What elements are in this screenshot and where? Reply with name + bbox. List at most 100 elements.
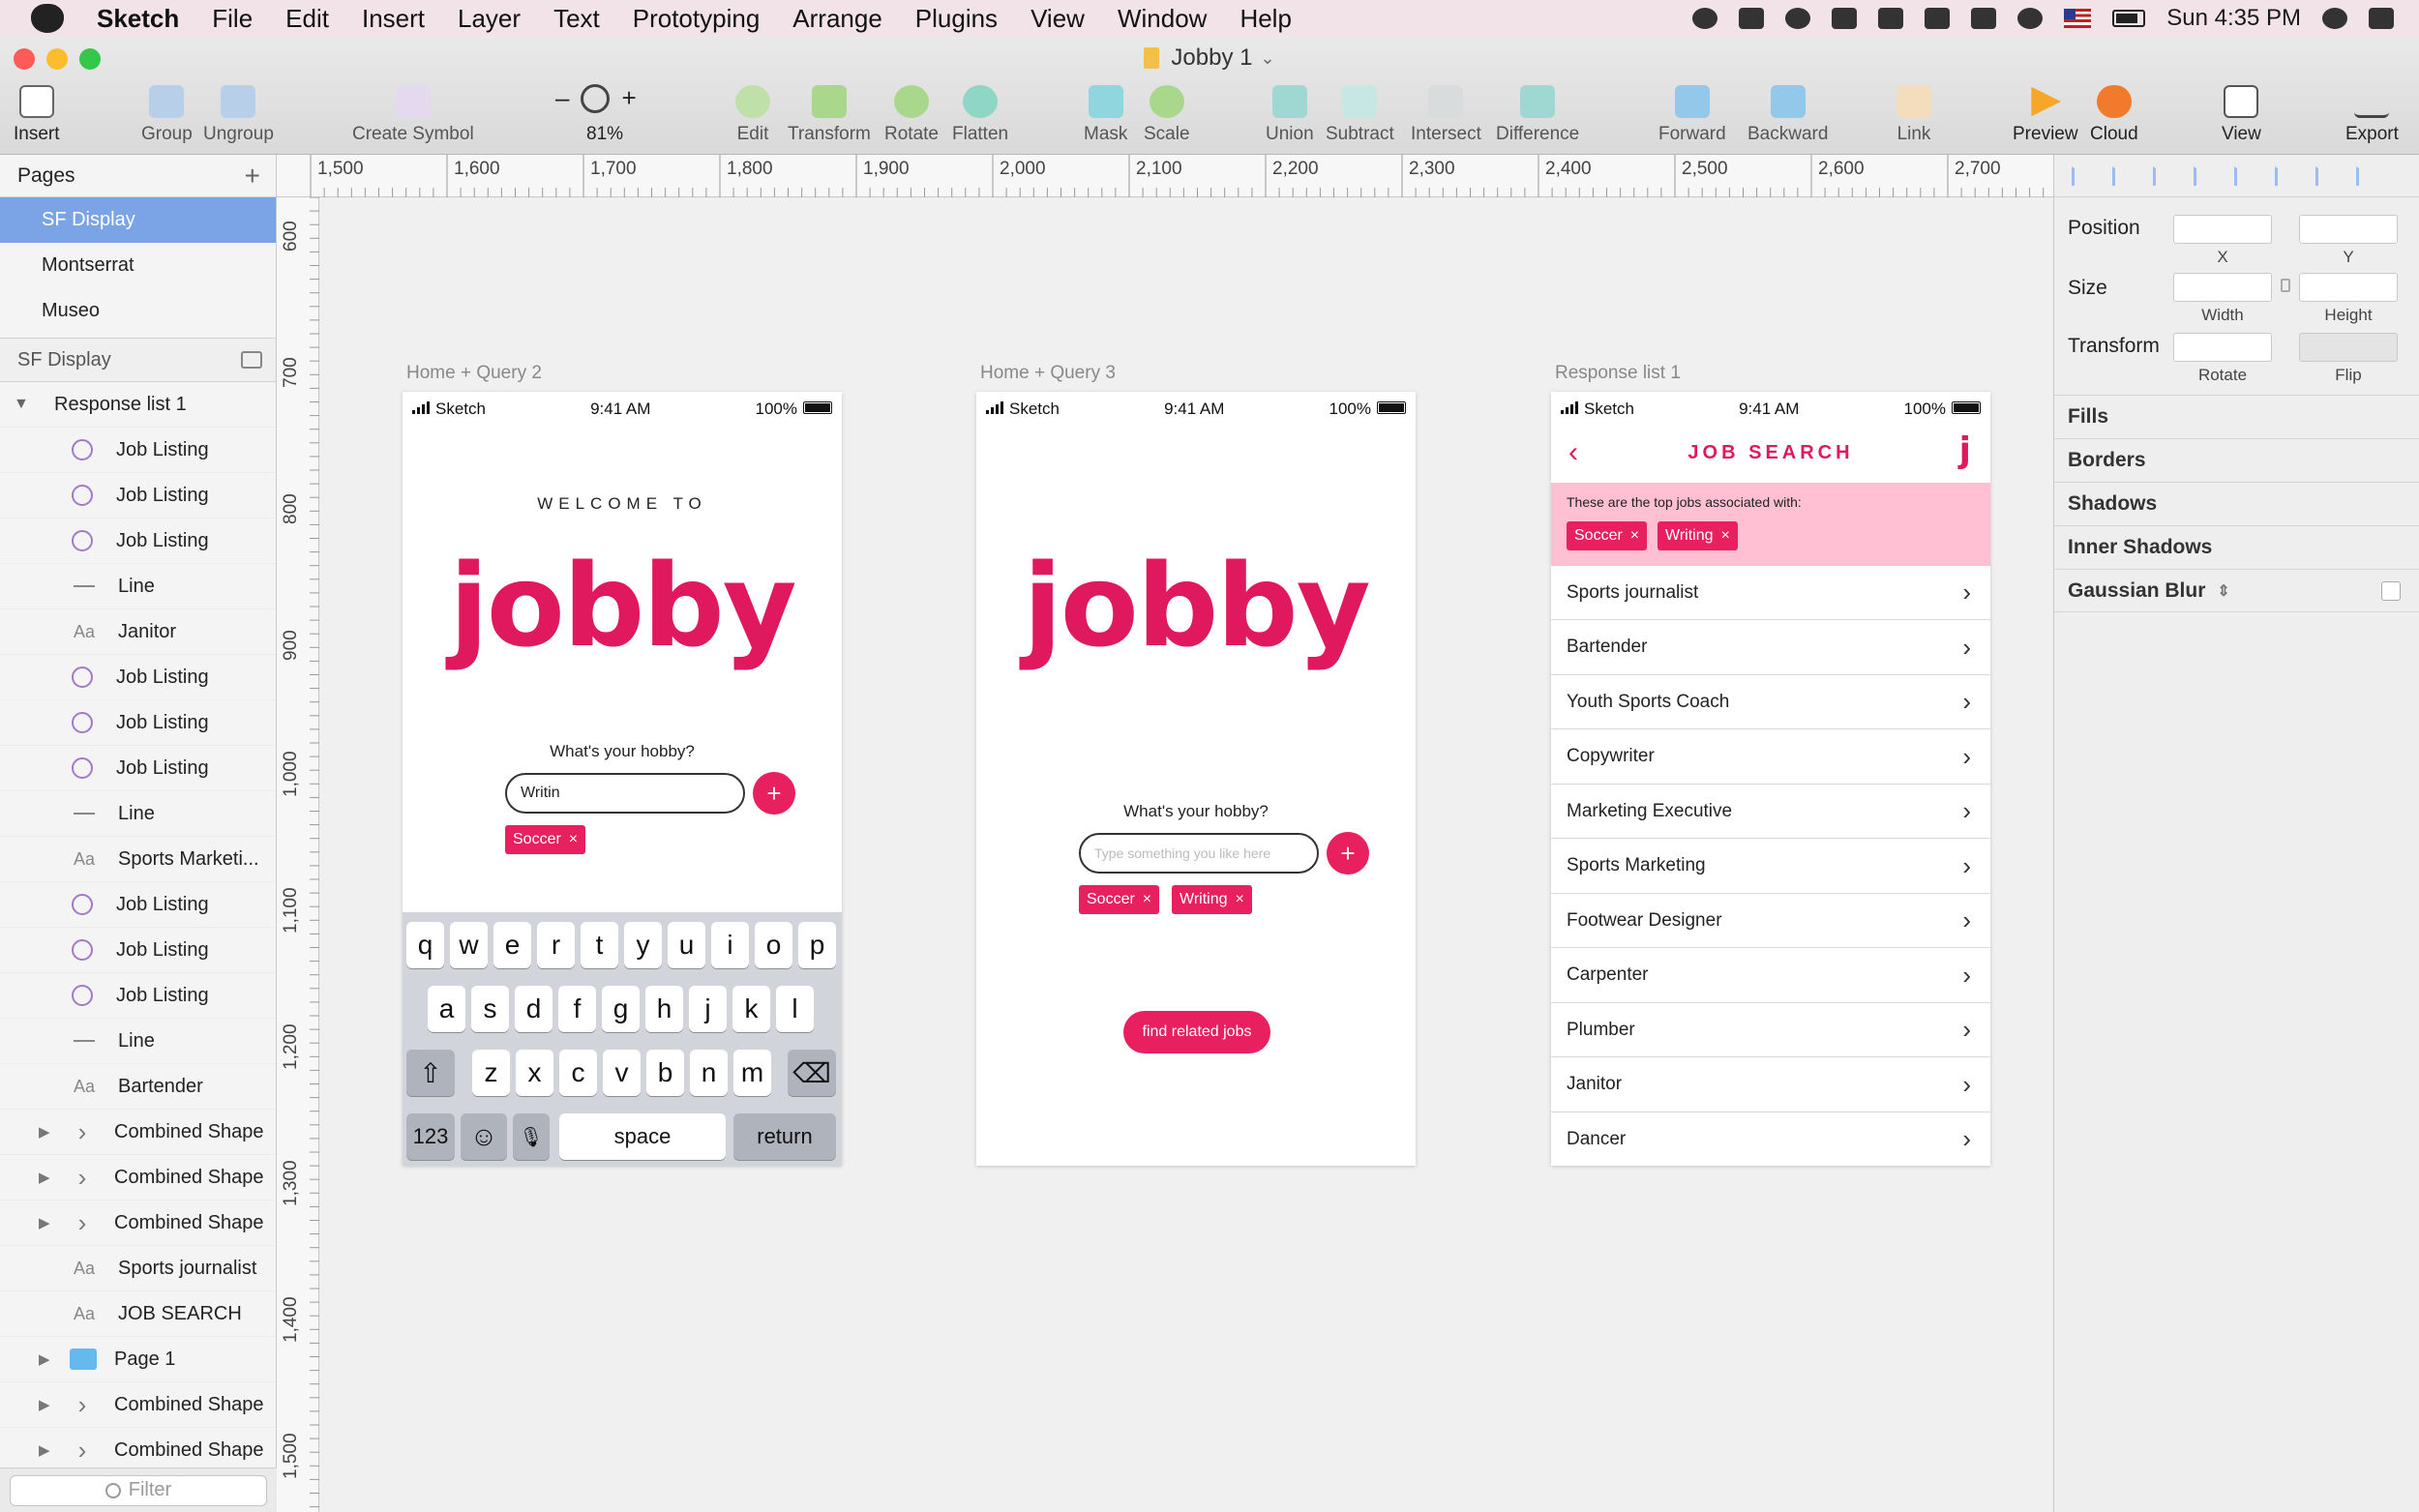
layer-item[interactable]: Job Listing xyxy=(0,519,276,564)
key-b[interactable]: b xyxy=(646,1050,684,1096)
page-item-montserrat[interactable]: Montserrat xyxy=(0,243,276,288)
hobby-tag-writing[interactable]: Writing × xyxy=(1172,885,1252,914)
menu-app[interactable]: Sketch xyxy=(97,4,179,34)
key-q[interactable]: q xyxy=(406,922,444,968)
mask-button[interactable]: Mask xyxy=(1084,85,1127,145)
layer-item[interactable]: Job Listing xyxy=(0,928,276,973)
delete-key[interactable]: ⌫ xyxy=(788,1050,836,1096)
job-list-item[interactable]: Bartender › xyxy=(1551,621,1990,675)
key-c[interactable]: c xyxy=(559,1050,597,1096)
cloud-button[interactable]: Cloud xyxy=(2090,85,2138,145)
triangle-right-icon[interactable]: ▶ xyxy=(39,1396,50,1413)
close-icon[interactable]: × xyxy=(1143,891,1151,908)
bluetooth-icon[interactable] xyxy=(1925,8,1951,29)
window-title[interactable]: Jobby 1 xyxy=(1171,44,1252,72)
zoom-out-button[interactable]: – xyxy=(555,83,569,113)
hobby-tag-writing[interactable]: Writing × xyxy=(1657,521,1738,550)
menu-file[interactable]: File xyxy=(212,4,253,34)
key-m[interactable]: m xyxy=(733,1050,771,1096)
layer-item[interactable]: Job Listing xyxy=(0,473,276,519)
filter-input[interactable]: Filter xyxy=(10,1474,267,1506)
key-n[interactable]: n xyxy=(690,1050,728,1096)
key-f[interactable]: f xyxy=(558,986,596,1032)
triangle-right-icon[interactable]: ▶ xyxy=(39,1169,50,1186)
numbers-key[interactable]: 123 xyxy=(406,1113,455,1160)
notification-center-icon[interactable] xyxy=(2369,8,2394,29)
add-hobby-button[interactable]: + xyxy=(753,772,795,815)
key-p[interactable]: p xyxy=(798,922,836,968)
creative-cloud-icon[interactable] xyxy=(1692,8,1718,29)
layer-item[interactable]: Job Listing xyxy=(0,882,276,928)
page-item-sf-display[interactable]: SF Display xyxy=(0,197,276,243)
distribute-vertical-icon[interactable] xyxy=(2112,165,2134,186)
key-v[interactable]: v xyxy=(603,1050,641,1096)
space-key[interactable]: space xyxy=(559,1113,726,1160)
artboard-home-query-2[interactable]: Sketch 9:41 AM 100% WELCOME TO jobby Wha… xyxy=(403,392,842,1166)
layer-item[interactable]: Aa Janitor xyxy=(0,609,276,655)
view-button[interactable]: View xyxy=(2222,85,2261,145)
artboard-response-list-1[interactable]: Sketch 9:41 AM 100% ‹ JOB SEARCH j These… xyxy=(1551,392,1990,1166)
edit-button[interactable]: Edit xyxy=(735,85,770,145)
key-l[interactable]: l xyxy=(776,986,814,1032)
menu-prototyping[interactable]: Prototyping xyxy=(633,4,761,34)
layer-item[interactable]: Aa JOB SEARCH xyxy=(0,1291,276,1337)
hobby-input[interactable]: Writin xyxy=(505,773,745,814)
spotlight-search-icon[interactable] xyxy=(2322,8,2347,29)
job-list-item[interactable]: Janitor › xyxy=(1551,1058,1990,1112)
layer-item[interactable]: Line xyxy=(0,1019,276,1064)
key-a[interactable]: a xyxy=(428,986,465,1032)
flatten-button[interactable]: Flatten xyxy=(952,85,1008,145)
wifi-icon[interactable] xyxy=(2017,8,2044,29)
job-list-item[interactable]: Sports Marketing › xyxy=(1551,840,1990,894)
distribute-horizontal-icon[interactable] xyxy=(2072,165,2093,186)
close-icon[interactable]: × xyxy=(1721,527,1730,545)
width-field[interactable] xyxy=(2173,273,2272,302)
up-down-chevron-icon[interactable]: ⇕ xyxy=(2217,581,2229,601)
key-r[interactable]: r xyxy=(537,922,575,968)
layer-item[interactable]: Job Listing xyxy=(0,655,276,700)
layer-item[interactable]: Aa Sports journalist xyxy=(0,1246,276,1291)
layer-item[interactable]: ▶ › Combined Shape xyxy=(0,1110,276,1155)
group-button[interactable]: Group xyxy=(141,85,193,145)
align-middle-icon[interactable] xyxy=(2315,165,2337,186)
artboard-label[interactable]: Home + Query 2 xyxy=(406,363,542,384)
lock-icon[interactable] xyxy=(2281,279,2290,292)
key-o[interactable]: o xyxy=(755,922,792,968)
menu-window[interactable]: Window xyxy=(1118,4,1207,34)
key-x[interactable]: x xyxy=(516,1050,553,1096)
zoom-in-button[interactable]: + xyxy=(621,83,636,113)
borders-section[interactable]: Borders xyxy=(2054,438,2419,482)
job-list-item[interactable]: Footwear Designer › xyxy=(1551,894,1990,948)
us-flag-icon[interactable] xyxy=(2064,9,2092,28)
align-center-icon[interactable] xyxy=(2194,165,2215,186)
layer-item[interactable]: Line xyxy=(0,564,276,609)
key-k[interactable]: k xyxy=(732,986,770,1032)
ungroup-button[interactable]: Ungroup xyxy=(203,85,274,145)
key-y[interactable]: y xyxy=(624,922,662,968)
job-list-item[interactable]: Sports journalist › xyxy=(1551,566,1990,620)
hobby-input[interactable]: Type something you like here xyxy=(1079,833,1319,874)
shadows-section[interactable]: Shadows xyxy=(2054,482,2419,525)
key-w[interactable]: w xyxy=(450,922,488,968)
layer-item[interactable]: ▶ › Combined Shape xyxy=(0,1382,276,1428)
align-top-icon[interactable] xyxy=(2275,165,2296,186)
align-right-icon[interactable] xyxy=(2234,165,2255,186)
add-page-icon[interactable]: + xyxy=(245,161,260,192)
close-icon[interactable]: × xyxy=(1630,527,1639,545)
emoji-key[interactable]: ☺ xyxy=(461,1113,507,1160)
key-j[interactable]: j xyxy=(689,986,727,1032)
create-symbol-button[interactable]: Create Symbol xyxy=(352,85,474,145)
return-key[interactable]: return xyxy=(733,1113,836,1160)
page-item-museo[interactable]: Museo xyxy=(0,288,276,334)
menu-text[interactable]: Text xyxy=(553,4,600,34)
apple-icon[interactable] xyxy=(31,4,64,33)
triangle-right-icon[interactable]: ▶ xyxy=(39,1214,50,1231)
triangle-right-icon[interactable]: ▶ xyxy=(39,1123,50,1141)
rotate-button[interactable]: Rotate xyxy=(884,85,939,145)
layer-item[interactable]: ▶ › Combined Shape xyxy=(0,1428,276,1473)
menu-view[interactable]: View xyxy=(1030,4,1085,34)
add-hobby-button[interactable]: + xyxy=(1327,832,1369,875)
key-i[interactable]: i xyxy=(711,922,749,968)
job-list-item[interactable]: Youth Sports Coach › xyxy=(1551,675,1990,729)
align-bottom-icon[interactable] xyxy=(2356,165,2377,186)
